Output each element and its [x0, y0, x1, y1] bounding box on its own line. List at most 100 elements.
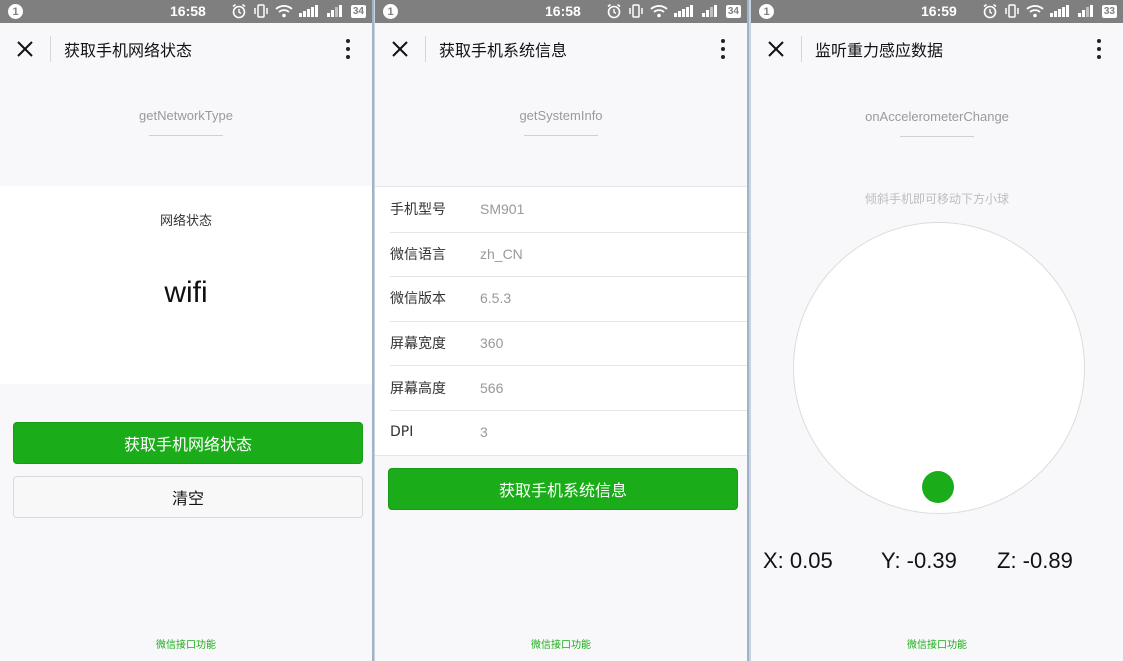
get-system-info-button[interactable]: 获取手机系统信息 [388, 468, 738, 510]
status-time: 16:58 [545, 3, 581, 19]
api-name: getSystemInfo [519, 108, 603, 123]
wifi-icon [650, 5, 668, 18]
info-value: 6.5.3 [480, 290, 512, 307]
info-key: DPI [390, 424, 414, 441]
nav-divider [801, 36, 802, 62]
close-button[interactable] [375, 23, 425, 75]
signal-icon [1049, 5, 1069, 17]
more-dot [346, 47, 350, 51]
api-header: getNetworkType [0, 108, 372, 136]
alarm-icon [232, 3, 246, 19]
list-item: 屏幕高度 566 [375, 365, 747, 410]
status-bar: 1 16:58 34 [375, 0, 747, 23]
close-icon [17, 41, 33, 57]
wifi-icon [275, 5, 293, 18]
close-icon [392, 41, 408, 57]
battery-icon: 33 [1101, 4, 1117, 18]
network-label: 网络状态 [159, 214, 212, 229]
info-value: SM901 [480, 201, 525, 218]
status-time: 16:59 [921, 3, 957, 19]
status-time: 16:58 [170, 3, 206, 19]
vibrate-icon [629, 4, 643, 18]
list-item: 手机型号 SM901 [375, 187, 747, 232]
accel-x: X: 0.05 [763, 548, 833, 573]
close-button[interactable] [0, 23, 50, 75]
signal-icon-2 [1077, 5, 1093, 17]
api-name: getNetworkType [139, 108, 233, 123]
notification-badge: 1 [383, 4, 398, 19]
tilt-hint: 倾斜手机即可移动下方小球 [864, 192, 1009, 206]
page-title: 获取手机系统信息 [439, 41, 568, 60]
more-button[interactable] [338, 37, 358, 61]
more-vertical-icon [1097, 39, 1101, 43]
footer-text: 微信接口功能 [531, 640, 591, 651]
signal-icon-2 [326, 5, 342, 17]
nav-bar: 获取手机网络状态 [0, 23, 372, 75]
more-vertical-icon [346, 39, 350, 43]
footer-text: 微信接口功能 [907, 640, 967, 651]
nav-divider [50, 36, 51, 62]
clear-button[interactable]: 清空 [13, 476, 363, 518]
phone-screen-network: 1 16:58 34 获取手机网络状态 getNetworkType 网络状态 … [0, 0, 374, 661]
system-info-list: 手机型号 SM901 微信语言 zh_CN 微信版本 6.5.3 屏幕宽度 36… [375, 186, 747, 456]
info-value: 566 [480, 379, 504, 396]
alarm-icon [983, 3, 997, 19]
api-underline [524, 135, 598, 136]
alarm-icon [607, 3, 621, 19]
api-underline [149, 135, 223, 136]
close-icon [768, 41, 784, 57]
vibrate-icon [254, 4, 268, 18]
list-item: DPI 3 [375, 409, 747, 455]
info-value: 3 [480, 424, 488, 441]
get-network-button[interactable]: 获取手机网络状态 [13, 422, 363, 464]
footer-text: 微信接口功能 [156, 640, 216, 651]
more-dot [1097, 47, 1101, 51]
info-key: 屏幕高度 [390, 380, 446, 397]
status-bar: 1 16:58 34 [0, 0, 372, 23]
status-icons: 33 [982, 3, 1117, 19]
info-key: 微信版本 [390, 291, 446, 308]
more-button[interactable] [713, 37, 733, 61]
more-dot [1097, 55, 1101, 59]
notification-badge: 1 [8, 4, 23, 19]
status-icons: 34 [606, 3, 741, 19]
more-dot [346, 55, 350, 59]
api-header: getSystemInfo [375, 108, 747, 136]
nav-bar: 监听重力感应数据 [751, 23, 1123, 75]
info-value: 360 [480, 335, 504, 352]
network-panel: 网络状态 wifi [0, 186, 372, 384]
info-key: 手机型号 [390, 202, 446, 219]
phone-screen-system-info: 1 16:58 34 获取手机系统信息 getSystemInfo 手机型号 S… [375, 0, 749, 661]
list-item: 微信版本 6.5.3 [375, 276, 747, 321]
close-button[interactable] [751, 23, 801, 75]
battery-icon: 34 [350, 4, 366, 18]
signal-icon-2 [701, 5, 717, 17]
notification-badge: 1 [759, 4, 774, 19]
api-name: onAccelerometerChange [865, 109, 1009, 124]
page-title: 监听重力感应数据 [815, 41, 944, 60]
nav-divider [425, 36, 426, 62]
info-key: 微信语言 [390, 246, 446, 263]
list-item: 微信语言 zh_CN [375, 231, 747, 277]
vibrate-icon [1005, 4, 1019, 18]
status-icons: 34 [231, 3, 366, 19]
more-button[interactable] [1089, 37, 1109, 61]
info-key: 屏幕宽度 [390, 336, 446, 353]
accel-y: Y: -0.39 [881, 548, 957, 573]
battery-icon: 34 [725, 4, 741, 18]
info-value: zh_CN [480, 245, 523, 262]
api-underline [900, 136, 974, 137]
wifi-icon [1026, 5, 1044, 18]
accel-z: Z: -0.89 [997, 548, 1073, 573]
list-item: 屏幕宽度 360 [375, 320, 747, 366]
signal-icon [298, 5, 318, 17]
signal-icon [673, 5, 693, 17]
more-dot [721, 47, 725, 51]
page-title: 获取手机网络状态 [64, 41, 193, 60]
more-dot [721, 55, 725, 59]
more-vertical-icon [721, 39, 725, 43]
nav-bar: 获取手机系统信息 [375, 23, 747, 75]
accelerometer-ball [922, 471, 954, 503]
status-bar: 1 16:59 33 [751, 0, 1123, 23]
api-header: onAccelerometerChange [751, 109, 1123, 137]
